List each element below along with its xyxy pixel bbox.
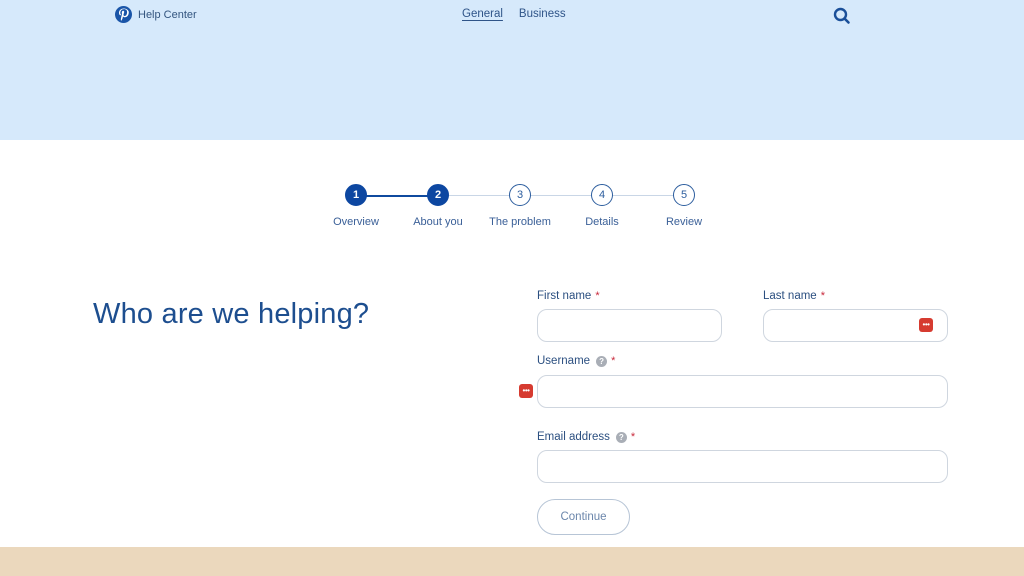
username-label: Username ? *	[537, 355, 615, 367]
step-the-problem: 3 The problem	[480, 184, 560, 228]
step-label: The problem	[489, 216, 551, 228]
password-manager-icon[interactable]: •••	[919, 318, 933, 332]
password-manager-icon[interactable]: •••	[519, 384, 533, 398]
header: Help Center General Business	[0, 0, 1024, 140]
step-number: 3	[509, 184, 531, 206]
page-heading: Who are we helping?	[93, 298, 370, 330]
step-label: Review	[665, 216, 703, 228]
email-label-text: Email address	[537, 431, 610, 443]
required-asterisk: *	[820, 290, 825, 302]
step-overview[interactable]: 1 Overview	[316, 184, 396, 228]
search-icon[interactable]	[832, 6, 852, 26]
step-about-you[interactable]: 2 About you	[398, 184, 478, 228]
pinterest-logo-icon	[115, 6, 132, 23]
step-review: 5 Review	[644, 184, 724, 228]
required-asterisk: *	[595, 290, 600, 302]
nav-general[interactable]: General	[462, 8, 503, 20]
required-asterisk: *	[630, 431, 636, 443]
progress-stepper: 1 Overview 2 About you 3 The problem 4 D…	[320, 184, 720, 244]
username-input[interactable]	[537, 375, 948, 408]
first-name-label-text: First name	[537, 290, 592, 302]
step-number: 2	[427, 184, 449, 206]
step-label: About you	[413, 216, 463, 228]
brand-label: Help Center	[138, 8, 197, 21]
step-label: Overview	[333, 216, 379, 228]
help-center-home-link[interactable]: Help Center	[115, 6, 197, 23]
username-label-text: Username	[537, 355, 591, 367]
first-name-label: First name *	[537, 290, 600, 302]
step-number: 4	[591, 184, 613, 206]
first-name-input[interactable]	[537, 309, 722, 342]
step-number: 5	[673, 184, 695, 206]
step-label: Details	[585, 216, 619, 228]
top-nav: General Business	[462, 8, 566, 20]
email-label: Email address ? *	[537, 431, 635, 443]
step-number: 1	[345, 184, 367, 206]
email-input[interactable]	[537, 450, 948, 483]
last-name-label: Last name *	[763, 290, 825, 302]
last-name-label-text: Last name	[763, 290, 817, 302]
continue-button[interactable]: Continue	[537, 499, 630, 535]
nav-business[interactable]: Business	[519, 8, 566, 20]
required-asterisk: *	[611, 355, 616, 367]
help-question-icon[interactable]: ?	[615, 431, 627, 443]
footer-band	[0, 547, 1024, 576]
step-details: 4 Details	[562, 184, 642, 228]
help-question-icon[interactable]: ?	[596, 355, 608, 367]
